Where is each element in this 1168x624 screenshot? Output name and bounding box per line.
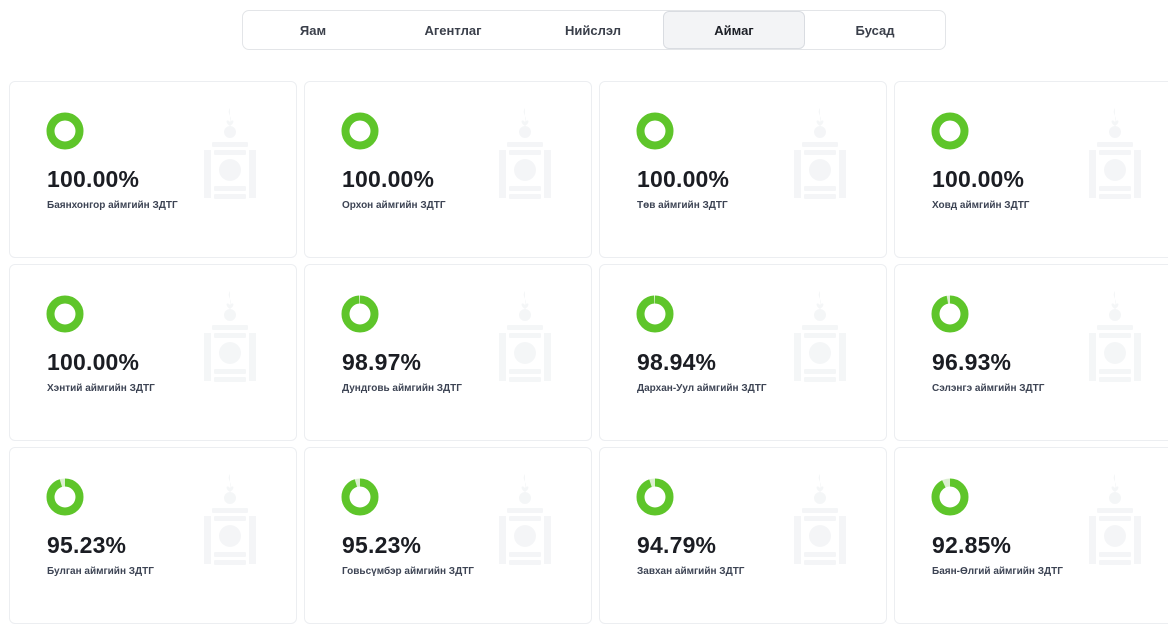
stat-percent: 95.23% [342,532,422,558]
stat-percent: 100.00% [932,166,1025,192]
stat-label: Төв аймгийн ЗДТГ [637,200,728,211]
stat-card[interactable]: 100.00% Ховд аймгийн ЗДТГ [894,81,1168,258]
stat-label: Дундговь аймгийн ЗДТГ [342,383,462,394]
tab-busad[interactable]: Бусад [805,11,945,49]
stat-label: Говьсүмбэр аймгийн ЗДТГ [342,566,474,577]
stat-percent: 100.00% [47,349,140,375]
stat-card[interactable]: 92.85% Баян-Өлгий аймгийн ЗДТГ [894,447,1168,624]
stat-percent: 94.79% [637,532,717,558]
emblem-watermark-icon [499,474,551,565]
progress-ring-icon [636,295,674,333]
stat-card[interactable]: 98.94% Дархан-Уул аймгийн ЗДТГ [599,264,887,441]
stat-card[interactable]: 96.93% Сэлэнгэ аймгийн ЗДТГ [894,264,1168,441]
progress-ring-icon [46,478,84,516]
stat-label: Хэнтий аймгийн ЗДТГ [47,383,155,394]
progress-ring-icon [931,295,969,333]
stat-percent: 98.94% [637,349,717,375]
progress-ring-icon [46,295,84,333]
stat-label: Завхан аймгийн ЗДТГ [637,566,745,577]
stat-card[interactable]: 95.23% Булган аймгийн ЗДТГ [9,447,297,624]
stat-card[interactable]: 95.23% Говьсүмбэр аймгийн ЗДТГ [304,447,592,624]
stat-card[interactable]: 94.79% Завхан аймгийн ЗДТГ [599,447,887,624]
emblem-watermark-icon [204,291,256,382]
emblem-watermark-icon [499,291,551,382]
emblem-watermark-icon [1089,108,1141,199]
stat-percent: 100.00% [342,166,435,192]
tab-yam[interactable]: Яам [243,11,383,49]
tab-agentlag[interactable]: Агентлаг [383,11,523,49]
stat-percent: 92.85% [932,532,1012,558]
progress-ring-icon [341,295,379,333]
stat-percent: 100.00% [47,166,140,192]
progress-ring-icon [931,478,969,516]
stat-label: Орхон аймгийн ЗДТГ [342,200,446,211]
progress-ring-icon [341,478,379,516]
emblem-watermark-icon [794,474,846,565]
emblem-watermark-icon [1089,474,1141,565]
stat-percent: 96.93% [932,349,1012,375]
stat-percent: 98.97% [342,349,422,375]
emblem-watermark-icon [204,474,256,565]
emblem-watermark-icon [794,108,846,199]
emblem-watermark-icon [204,108,256,199]
stat-card[interactable]: 98.97% Дундговь аймгийн ЗДТГ [304,264,592,441]
stat-label: Дархан-Уул аймгийн ЗДТГ [637,383,767,394]
stat-label: Баянхонгор аймгийн ЗДТГ [47,200,178,211]
stat-percent: 95.23% [47,532,127,558]
progress-ring-icon [931,112,969,150]
stat-card[interactable]: 100.00% Баянхонгор аймгийн ЗДТГ [9,81,297,258]
emblem-watermark-icon [794,291,846,382]
card-grid: 100.00% Баянхонгор аймгийн ЗДТГ 100.00% … [9,81,1168,624]
progress-ring-icon [636,112,674,150]
stat-label: Ховд аймгийн ЗДТГ [932,200,1030,211]
progress-ring-icon [46,112,84,150]
stat-label: Булган аймгийн ЗДТГ [47,566,154,577]
progress-ring-icon [636,478,674,516]
category-tabs: Яам Агентлаг Нийслэл Аймаг Бусад [242,10,946,50]
stat-percent: 100.00% [637,166,730,192]
stat-card[interactable]: 100.00% Төв аймгийн ЗДТГ [599,81,887,258]
tab-aimag[interactable]: Аймаг [663,11,805,49]
stat-label: Баян-Өлгий аймгийн ЗДТГ [932,566,1063,577]
emblem-watermark-icon [499,108,551,199]
progress-ring-icon [341,112,379,150]
emblem-watermark-icon [1089,291,1141,382]
stat-card[interactable]: 100.00% Орхон аймгийн ЗДТГ [304,81,592,258]
stat-card[interactable]: 100.00% Хэнтий аймгийн ЗДТГ [9,264,297,441]
tab-niislel[interactable]: Нийслэл [523,11,663,49]
stat-label: Сэлэнгэ аймгийн ЗДТГ [932,383,1045,394]
